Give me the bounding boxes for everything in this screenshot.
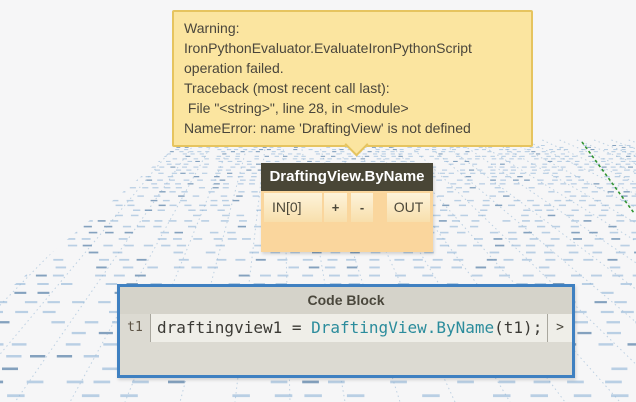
- code-call: DraftingView.ByName: [311, 318, 495, 337]
- warning-tooltip[interactable]: Warning: IronPythonEvaluator.EvaluateIro…: [172, 10, 533, 147]
- code-block-title[interactable]: Code Block: [120, 287, 572, 314]
- code-lhs: draftingview1 =: [157, 318, 312, 337]
- warning-line: operation failed.: [184, 60, 284, 76]
- warning-line: Traceback (most recent call last):: [184, 80, 390, 96]
- code-block-body: [120, 342, 572, 375]
- code-block-input-port[interactable]: t1: [120, 314, 151, 342]
- code-block-output-port[interactable]: >: [547, 314, 572, 342]
- warning-line: File "<string>", line 28, in <module>: [184, 100, 409, 116]
- warning-line: Warning:: [184, 20, 240, 36]
- add-port-button[interactable]: +: [324, 193, 347, 222]
- node-output-port[interactable]: OUT: [387, 193, 430, 222]
- remove-port-button[interactable]: -: [351, 193, 373, 222]
- warning-line: IronPythonEvaluator.EvaluateIronPythonSc…: [184, 40, 472, 56]
- dynamo-canvas[interactable]: DraftingView.ByName IN[0] + - OUT Code B…: [0, 0, 636, 402]
- node-code-block[interactable]: Code Block t1 draftingview1 = DraftingVi…: [117, 284, 575, 378]
- node-title[interactable]: DraftingView.ByName: [261, 163, 433, 191]
- code-block-editor[interactable]: draftingview1 = DraftingView.ByName(t1);: [151, 314, 547, 342]
- node-input-port[interactable]: IN[0]: [264, 193, 322, 222]
- code-args: (t1);: [494, 318, 543, 337]
- node-draftingview-byname[interactable]: DraftingView.ByName IN[0] + - OUT: [261, 163, 433, 252]
